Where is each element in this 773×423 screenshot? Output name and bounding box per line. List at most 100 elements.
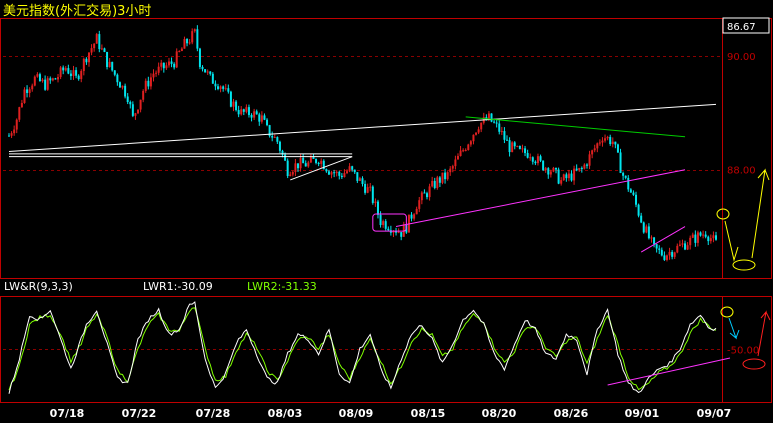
candle-body [167,61,170,66]
candle-body [552,167,555,172]
candle-body [606,136,609,139]
candle-body [51,78,54,81]
candle-body [333,172,336,174]
candle-body [673,252,676,257]
candle-body [180,48,183,52]
candle-body [57,77,60,80]
candle-body [263,115,266,120]
candle-body [38,74,41,82]
candle-body [193,29,196,32]
candle-body [41,79,44,82]
candle-body [162,62,165,69]
candle-body [149,77,152,87]
price-tick-label: 88.00 [727,166,756,177]
candle-body [475,132,478,135]
candle-body [364,183,367,193]
candle-body [219,86,222,89]
candle-body [358,178,361,181]
candle-body [206,71,209,73]
candle-body [539,156,542,161]
forecast-arrow-down [724,220,739,262]
candle-body [676,245,679,253]
candle-body [46,78,49,90]
candle-body [459,150,462,157]
candle-body [90,48,93,53]
candle-body [591,150,594,155]
candle-body [75,70,78,76]
candle-body [583,164,586,169]
candle-body [588,154,591,166]
candle-body [426,193,429,198]
x-tick-label: 08/15 [411,407,446,420]
candle-body [580,167,583,169]
candle-body [327,171,330,175]
candle-body [235,101,238,111]
candle-body [684,243,687,250]
trendline-annotations [8,103,770,271]
candle-body [469,141,472,145]
candle-body [624,175,627,178]
candle-body [629,189,632,193]
candle-body [570,173,573,181]
candle-body [126,96,129,103]
candle-body [100,48,103,50]
candle-body [557,169,560,184]
candle-body [36,74,39,77]
candle-body [356,172,359,181]
candle-body [335,171,338,174]
candle-body [689,237,692,246]
candle-body [80,71,83,80]
candle-body [418,200,421,209]
candle-body [85,58,88,63]
candle-body [562,174,565,181]
candle-body [653,237,656,245]
candle-body [379,214,382,225]
candle-body [413,214,416,219]
candle-body [573,168,576,181]
candle-body [694,234,697,243]
candle-body [632,192,635,195]
candle-body [201,66,204,70]
candle-body [209,71,212,74]
candle-body [505,139,508,141]
candle-body [49,78,52,81]
candle-body [165,65,168,69]
candle-body [503,131,506,140]
candle-body [198,48,201,67]
candle-body [260,115,263,122]
candle-body [129,102,132,105]
candle-body [410,214,413,219]
candle-body [227,88,230,92]
candle-body [33,76,36,86]
candle-body [191,31,194,43]
candle-body [598,142,601,144]
candle-body [173,63,176,68]
candle-body [480,122,483,130]
candle-body [529,157,532,159]
x-tick-label: 08/26 [554,407,589,420]
candle-body [253,111,256,118]
candle-body [284,154,287,161]
candle-body [647,226,650,239]
candle-body [26,89,29,93]
candle-body [660,249,663,256]
candle-body [663,255,666,260]
candle-body [400,232,403,237]
candle-body [188,42,191,44]
candle-body [340,175,343,178]
candle-body [609,136,612,144]
candle-body [232,101,235,107]
candle-body [678,244,681,246]
candle-body [304,163,307,167]
candle-body [521,148,524,150]
candle-body [250,114,253,118]
candle-body [712,235,715,239]
candle-body [170,61,173,64]
candle-body [376,201,379,215]
candle-body [302,157,305,164]
candle-body [134,113,137,116]
lwr1-value-label: LWR1:-30.09 [143,280,213,293]
candle-body [266,119,269,126]
candlestick-series [8,25,717,262]
candle-body [312,157,315,159]
